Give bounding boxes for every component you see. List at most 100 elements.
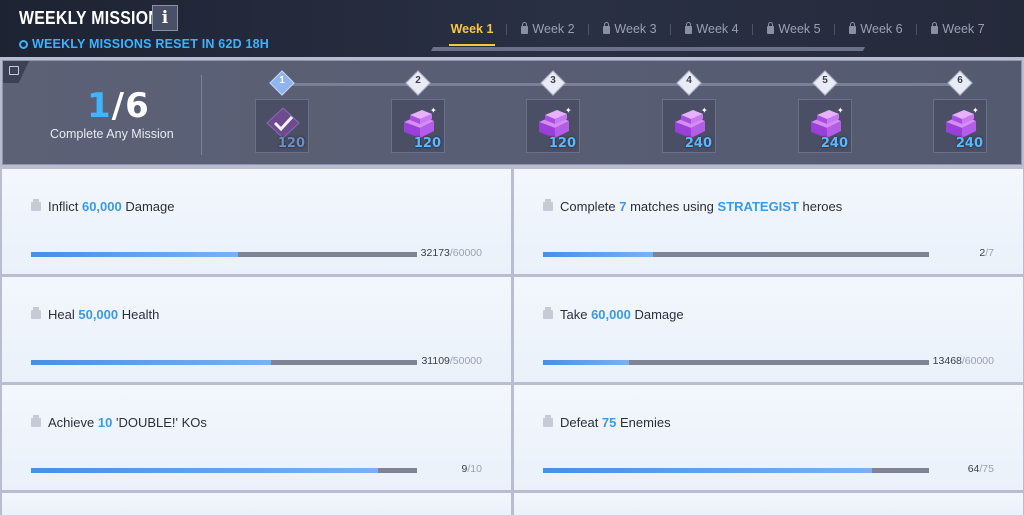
mission-text-post: Enemies: [616, 415, 671, 430]
progress-value: 9/10: [462, 463, 482, 475]
reward-slot[interactable]: ✦ 240: [933, 99, 987, 153]
mission-description: Complete 7 matches using STRATEGIST hero…: [560, 199, 842, 214]
mission-text-pre: Achieve: [48, 415, 98, 430]
progress-max: /7: [985, 247, 994, 259]
tab-label: Week 4: [696, 22, 739, 36]
mission-card[interactable]: Complete 7 matches using STRATEGIST hero…: [514, 169, 1023, 274]
progress-panel: 1/6 Complete Any Mission 1 120 2 ✦ 120 3 ✦ 120 4…: [2, 60, 1022, 165]
progress-value: 2/7: [979, 247, 994, 259]
reward-slot[interactable]: 120: [255, 99, 309, 153]
tab-label: Week 6: [860, 22, 903, 36]
lock-icon: [767, 22, 775, 34]
reward-slot[interactable]: ✦ 120: [526, 99, 580, 153]
progress-bar: [31, 252, 417, 257]
reward-amount: 120: [548, 136, 576, 151]
reward-amount: 240: [820, 136, 848, 151]
completed-count: 1: [87, 86, 112, 126]
crystal-icon: ✦: [671, 106, 709, 140]
mission-text-post: 'DOUBLE!' KOs: [112, 415, 207, 430]
reset-timer: WEEKLY MISSIONS RESET IN 62D 18H: [19, 37, 269, 51]
tab-week-1[interactable]: Week 1: [437, 18, 507, 46]
progress-max: /60000: [961, 355, 994, 367]
mission-card[interactable]: Inflict 60,000 Damage 32173/60000: [2, 169, 511, 274]
mission-icon: [31, 199, 41, 211]
crystal-icon: ✦: [942, 106, 980, 140]
reward-slot[interactable]: ✦ 240: [662, 99, 716, 153]
info-button[interactable]: i: [152, 5, 178, 31]
progress-max: /50000: [449, 355, 482, 367]
tab-week-3[interactable]: Week 3: [589, 18, 671, 40]
milestone-number: 6: [957, 75, 963, 86]
page-title: WEEKLY MISSIONS: [19, 8, 171, 28]
mission-target: 60,000: [591, 307, 631, 322]
tabs-underline: [430, 47, 866, 51]
mission-text-post: Damage: [630, 307, 684, 322]
progress-bar: [543, 360, 929, 365]
progress-bar-fill: [543, 252, 654, 257]
progress-current: 13468: [932, 355, 962, 367]
lock-icon: [931, 22, 939, 34]
milestone-number: 4: [686, 75, 692, 86]
mission-text-post: Health: [118, 307, 160, 322]
mission-text-post: Damage: [121, 199, 175, 214]
header-bar: WEEKLY MISSIONS i WEEKLY MISSIONS RESET …: [0, 0, 1024, 57]
mission-description: Achieve 10 'DOUBLE!' KOs: [48, 415, 207, 430]
tab-week-4[interactable]: Week 4: [671, 18, 753, 40]
mission-text-pre: Defeat: [560, 415, 602, 430]
mission-description: Heal 50,000 Health: [48, 307, 159, 322]
mission-icon: [543, 415, 553, 427]
milestone-number: 3: [550, 75, 556, 86]
mission-text-pre: Inflict: [48, 199, 82, 214]
mission-card[interactable]: Achieve 10 'DOUBLE!' KOs 9/10: [2, 385, 511, 490]
mission-target: 60,000: [81, 199, 122, 214]
reward-amount: 120: [277, 136, 305, 151]
progress-bar-fill: [31, 252, 238, 257]
reward-amount: 120: [413, 136, 441, 151]
mission-card[interactable]: Take 60,000 Damage 13468/60000: [514, 277, 1023, 382]
crystal-icon: ✦: [807, 106, 845, 140]
mission-card[interactable]: [2, 493, 511, 515]
mission-description: Defeat 75 Enemies: [560, 415, 671, 430]
mission-target: 50,000: [78, 307, 119, 322]
mission-target: 75: [601, 415, 617, 430]
mission-text-pre: Complete: [560, 199, 620, 214]
tab-week-7[interactable]: Week 7: [917, 18, 999, 40]
tab-label: Week 1: [450, 22, 494, 36]
book-icon[interactable]: [3, 61, 29, 83]
progress-bar-fill: [31, 360, 272, 365]
progress-current: 64: [967, 463, 980, 475]
mission-icon: [31, 307, 41, 319]
progress-max: /75: [979, 463, 994, 475]
tab-week-5[interactable]: Week 5: [753, 18, 835, 40]
mission-icon: [31, 415, 41, 427]
lock-icon: [603, 22, 611, 34]
mission-card[interactable]: Heal 50,000 Health 31109/50000: [2, 277, 511, 382]
progress-bar-fill: [543, 360, 630, 365]
progress-bar-fill: [543, 468, 873, 473]
tab-week-6[interactable]: Week 6: [835, 18, 917, 40]
progress-value: 31109/50000: [421, 355, 482, 367]
progress-max: /10: [467, 463, 482, 475]
svg-text:✦: ✦: [972, 106, 979, 115]
progress-value: 64/75: [968, 463, 994, 475]
milestone-number: 1: [279, 75, 285, 86]
mission-card[interactable]: [514, 493, 1023, 515]
progress-bar-fill: [31, 468, 379, 473]
lock-icon: [849, 22, 857, 34]
tab-label: Week 3: [614, 22, 657, 36]
mission-text-post: matches using: [626, 199, 718, 214]
milestone-number: 5: [822, 75, 828, 86]
reward-slot[interactable]: ✦ 120: [391, 99, 445, 153]
mission-icon: [543, 307, 553, 319]
progress-bar: [543, 252, 929, 257]
mission-description: Inflict 60,000 Damage: [48, 199, 174, 214]
completion-label: Complete Any Mission: [50, 127, 174, 141]
progress-bar: [31, 468, 417, 473]
tab-week-2[interactable]: Week 2: [507, 18, 589, 40]
mission-card[interactable]: Defeat 75 Enemies 64/75: [514, 385, 1023, 490]
clock-icon: [19, 39, 28, 49]
completion-count: 1/6: [87, 86, 150, 126]
reward-slot[interactable]: ✦ 240: [798, 99, 852, 153]
reward-amount: 240: [955, 136, 983, 151]
claimed-crystal-icon: [264, 106, 302, 140]
